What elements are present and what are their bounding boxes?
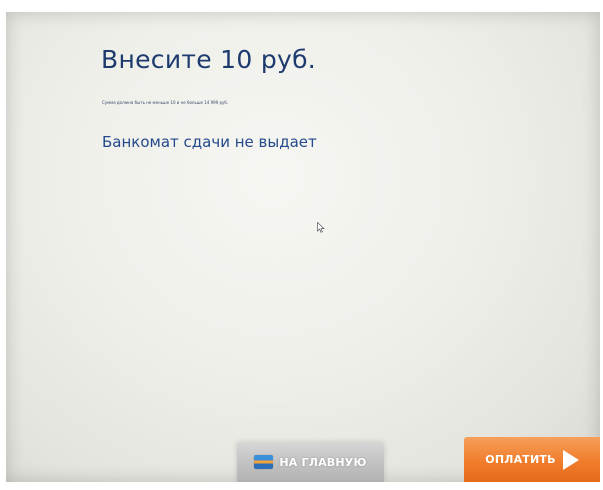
play-arrow-icon xyxy=(562,449,579,470)
mouse-cursor-icon xyxy=(317,222,325,233)
pay-button-label: ОПЛАТИТЬ xyxy=(485,453,556,466)
pay-button[interactable]: ОПЛАТИТЬ xyxy=(464,437,600,482)
no-change-notice: Банкомат сдачи не выдает xyxy=(102,133,317,151)
page-title: Внесите 10 руб. xyxy=(101,45,317,74)
amount-limit-note: Сумма должна быть не меньше 10 и не боль… xyxy=(102,100,229,105)
photo-frame: Внесите 10 руб. Сумма должна быть не мен… xyxy=(0,0,603,490)
kiosk-screen: Внесите 10 руб. Сумма должна быть не мен… xyxy=(6,12,600,482)
home-button-label: НА ГЛАВНУЮ xyxy=(279,455,367,469)
bank-card-icon xyxy=(254,455,274,469)
home-button[interactable]: НА ГЛАВНУЮ xyxy=(237,442,384,482)
